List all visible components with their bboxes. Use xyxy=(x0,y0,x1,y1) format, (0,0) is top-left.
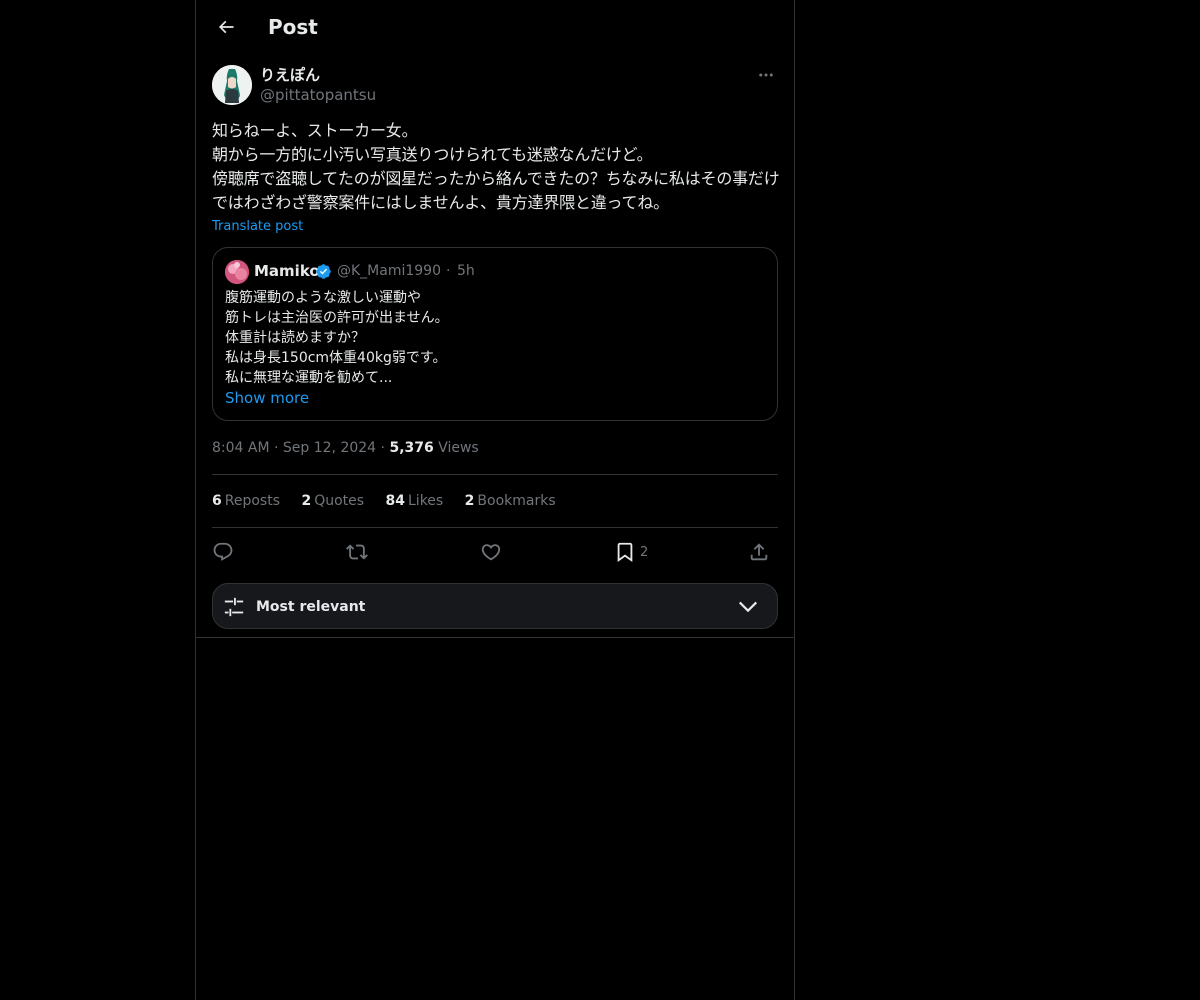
show-more-link[interactable]: Show more xyxy=(225,388,309,408)
quotes-stat[interactable]: 2 Quotes xyxy=(301,491,364,511)
more-horizontal-icon xyxy=(759,73,773,77)
action-bar: 2 xyxy=(212,536,778,568)
quote-author-handle: @K_Mami1990 xyxy=(337,263,441,279)
quote-text: 腹筋運動のような激しい運動や 筋トレは主治医の許可が出ません。 体重計は読めます… xyxy=(225,290,449,386)
share-icon xyxy=(750,543,768,561)
quoted-post[interactable]: Mamiko @K_Mami1990 · 5h 腹筋運動のような激しい運動や 筋… xyxy=(212,247,778,421)
post-time[interactable]: 8:04 AM xyxy=(212,440,270,456)
filter-sliders-icon xyxy=(224,597,244,617)
bookmark-count: 2 xyxy=(640,544,649,560)
views-count: 5,376 xyxy=(389,440,434,456)
bookmark-icon xyxy=(617,542,633,563)
author-name[interactable]: りえぽん xyxy=(260,65,320,85)
quote-avatar xyxy=(225,260,249,284)
likes-stat[interactable]: 84 Likes xyxy=(386,491,444,511)
heart-icon xyxy=(481,544,501,561)
repost-button[interactable] xyxy=(346,536,368,568)
share-button[interactable] xyxy=(748,536,770,568)
views-label: Views xyxy=(438,440,479,456)
quote-separator: · xyxy=(446,263,451,279)
divider xyxy=(196,637,794,638)
reposts-stat[interactable]: 6 Reposts xyxy=(212,491,280,511)
more-options-button[interactable] xyxy=(754,64,778,86)
sort-label: Most relevant xyxy=(256,599,366,615)
main-column: Post りえぽん @pittatopantsu 知らねーよ、ストーカー女。 朝… xyxy=(195,0,795,1000)
arrow-left-icon xyxy=(218,20,234,34)
divider xyxy=(212,474,778,475)
page-header: Post xyxy=(196,0,794,54)
replies-sort-dropdown[interactable]: Most relevant xyxy=(212,583,778,629)
post-metadata: 8:04 AM · Sep 12, 2024 · 5,376 Views xyxy=(212,438,479,458)
avatar-image xyxy=(212,65,252,105)
reply-icon xyxy=(213,542,233,561)
chevron-down-icon xyxy=(738,601,758,613)
quote-author-name: Mamiko xyxy=(254,262,320,280)
bookmarks-stat[interactable]: 2 Bookmarks xyxy=(465,491,556,511)
repost-icon xyxy=(346,544,368,560)
post-author: りえぽん @pittatopantsu xyxy=(212,64,778,108)
quote-timestamp: 5h xyxy=(457,263,475,279)
page-title: Post xyxy=(268,15,318,39)
verified-badge-icon xyxy=(316,264,331,279)
bookmark-button[interactable]: 2 xyxy=(614,536,648,568)
author-handle[interactable]: @pittatopantsu xyxy=(260,85,376,105)
post-stats: 6 Reposts 2 Quotes 84 Likes 2 Bookmarks xyxy=(212,491,573,511)
meta-separator: · xyxy=(274,440,283,456)
divider xyxy=(212,527,778,528)
back-button[interactable] xyxy=(208,9,244,45)
avatar[interactable] xyxy=(212,65,252,105)
post-date[interactable]: Sep 12, 2024 xyxy=(283,440,376,456)
like-button[interactable] xyxy=(480,536,502,568)
translate-post-link[interactable]: Translate post xyxy=(212,218,303,236)
post-text: 知らねーよ、ストーカー女。 朝から一方的に小汚い写真送りつけられても迷惑なんだけ… xyxy=(212,121,780,212)
reply-button[interactable] xyxy=(212,536,234,568)
